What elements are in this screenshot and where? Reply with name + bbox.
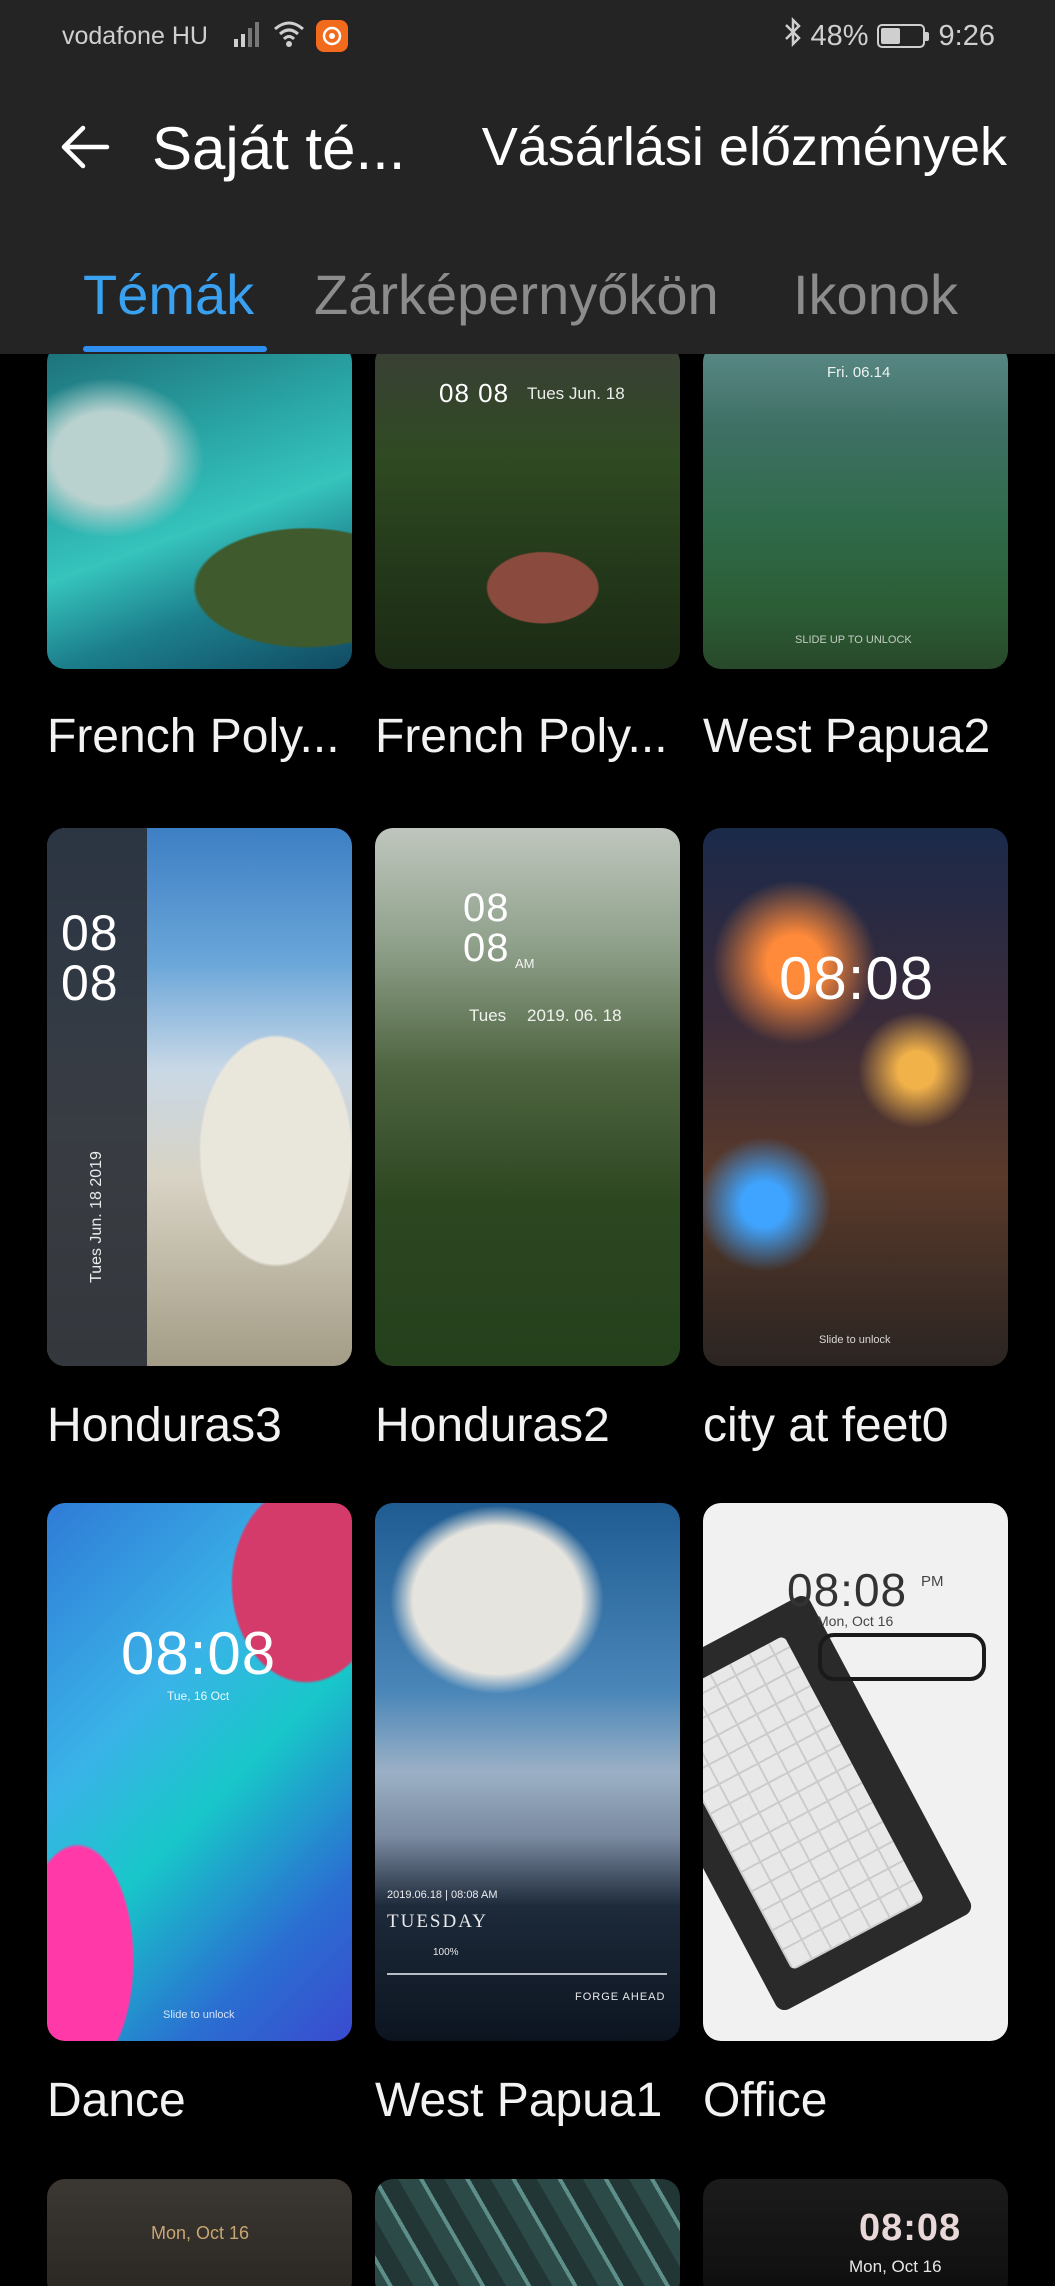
- tab-lockscreens[interactable]: Zárképernyőkön: [314, 262, 719, 327]
- preview-time-hour: 08: [463, 886, 510, 930]
- preview-date: Fri. 06.14: [827, 364, 891, 381]
- tab-themes[interactable]: Témák: [83, 262, 254, 327]
- bluetooth-icon: [783, 16, 803, 55]
- theme-name: West Papua2: [703, 710, 991, 763]
- preview-ampm: AM: [515, 956, 535, 971]
- preview-hint: Slide to unlock: [819, 1334, 891, 1346]
- preview-time: 08:08: [787, 1564, 908, 1616]
- tab-icons[interactable]: Ikonok: [793, 262, 958, 327]
- preview-date: Mon, Oct 16: [849, 2257, 942, 2276]
- preview-date: Mon, Oct 16: [817, 1613, 894, 1629]
- theme-name: Honduras3: [47, 1399, 282, 1452]
- battery-percent: 48%: [810, 19, 869, 52]
- preview-time: 08:08: [779, 945, 935, 1012]
- preview-tagline: FORGE AHEAD: [575, 1991, 666, 2003]
- theme-name: French Poly...: [47, 710, 340, 763]
- preview-time: 08:08: [859, 2207, 962, 2249]
- theme-preview: Fri. 06.14 SLIDE UP TO UNLOCK: [703, 354, 1008, 669]
- preview-date: Tue, 16 Oct: [167, 1689, 230, 1703]
- app-header: Saját té... Vásárlási előzmények Témák Z…: [0, 72, 1055, 354]
- tab-bar: Témák Zárképernyőkön Ikonok: [0, 262, 1055, 354]
- theme-preview: [47, 354, 352, 669]
- status-icons-right: 48% 9:26: [783, 16, 995, 55]
- preview-time: 08:08: [121, 1620, 277, 1687]
- preview-date: Tues Jun. 18 2019: [88, 1151, 105, 1283]
- preview-time-hour: 08: [61, 905, 119, 961]
- active-tab-indicator: [83, 346, 267, 352]
- theme-preview: [375, 2179, 680, 2286]
- preview-date: 2019. 06. 18: [527, 1006, 622, 1025]
- theme-name: Dance: [47, 2074, 186, 2127]
- battery-icon: [876, 24, 929, 48]
- theme-preview: 08:08 Slide to unlock: [703, 828, 1008, 1366]
- theme-name: Honduras2: [375, 1399, 610, 1452]
- theme-preview: 08 08 AM Tues 2019. 06. 18: [375, 828, 680, 1366]
- theme-preview: 08 08 Tues Jun. 18: [375, 354, 680, 669]
- preview-date: Tues Jun. 18: [527, 384, 625, 403]
- theme-name: Office: [703, 2074, 828, 2127]
- theme-name: city at feet0: [703, 1399, 949, 1452]
- preview-ampm: PM: [921, 1573, 944, 1590]
- theme-preview: 2019.06.18 | 08:08 AM TUESDAY 100% FORGE…: [375, 1503, 680, 2041]
- theme-grid: French Poly... 08 08 Tues Jun. 18 French…: [0, 354, 1055, 2286]
- clock: 9:26: [938, 19, 995, 52]
- app-notification-icon: [316, 20, 348, 52]
- theme-preview: Mon, Oct 16: [47, 2179, 352, 2286]
- preview-day: Tues: [469, 1006, 507, 1025]
- preview-date: 2019.06.18 | 08:08 AM: [387, 1889, 498, 1901]
- theme-preview: 08:08 Mon, Oct 16: [703, 2179, 1008, 2286]
- preview-time-minute: 08: [463, 926, 510, 970]
- back-button[interactable]: [50, 112, 120, 182]
- theme-preview: 08:08 PM Mon, Oct 16: [703, 1503, 1008, 2041]
- preview-time: 08 08: [439, 378, 510, 408]
- preview-hint: Slide to unlock: [163, 2009, 235, 2021]
- theme-name: French Poly...: [375, 710, 668, 763]
- preview-hint: SLIDE UP TO UNLOCK: [795, 634, 912, 646]
- page-title: Saját té...: [152, 115, 406, 182]
- signal-icon: [232, 19, 262, 54]
- wifi-icon: [272, 19, 306, 54]
- status-bar: vodafone HU 48% 9:26: [0, 0, 1055, 72]
- preview-day: TUESDAY: [387, 1911, 488, 1932]
- status-icons-left: [232, 18, 348, 54]
- preview-time-minute: 08: [61, 955, 119, 1011]
- arrow-left-icon: [61, 125, 110, 169]
- preview-date: Mon, Oct 16: [151, 2223, 250, 2243]
- preview-percent: 100%: [433, 1947, 459, 1958]
- carrier-name: vodafone HU: [62, 22, 208, 50]
- theme-name: West Papua1: [375, 2074, 663, 2127]
- theme-preview: 08:08 Tue, 16 Oct Slide to unlock: [47, 1503, 352, 2041]
- theme-preview: 08 08 Tues Jun. 18 2019: [47, 828, 352, 1366]
- purchase-history-link[interactable]: Vásárlási előzmények: [482, 116, 1007, 178]
